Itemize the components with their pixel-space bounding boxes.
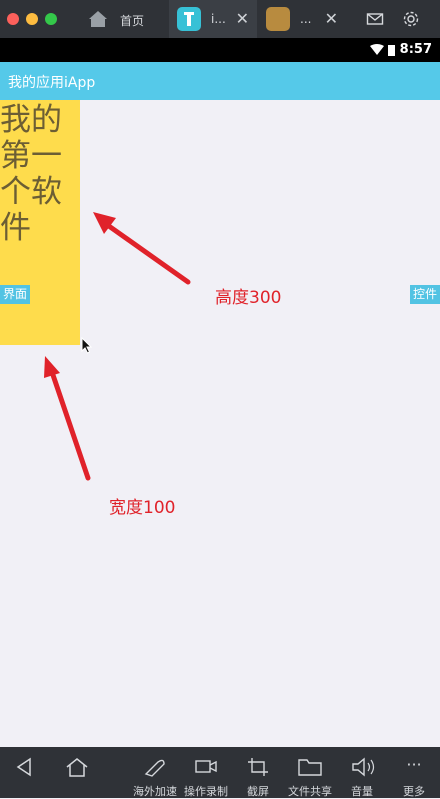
- bottom-label: 截屏: [247, 785, 269, 798]
- screenshot-button[interactable]: 截屏: [240, 747, 276, 798]
- mouse-cursor-icon: [81, 337, 93, 354]
- folder-icon: [298, 759, 322, 776]
- bottom-label: 文件共享: [288, 785, 332, 798]
- bottom-label: 音量: [351, 785, 373, 798]
- height-annotation: 高度300: [215, 288, 282, 308]
- height-arrow: [103, 221, 191, 285]
- back-icon: [16, 757, 31, 777]
- width-arrow-head: [44, 356, 60, 378]
- video-camera-icon: [195, 760, 217, 773]
- back-button[interactable]: [8, 747, 42, 798]
- home-icon: [66, 758, 88, 777]
- annotation-arrows: [44, 212, 191, 481]
- speaker-icon: [352, 757, 375, 777]
- emulator-bottom-bar: 海外加速 操作录制 截屏 文件共享 音量 ··· 更多: [0, 747, 440, 798]
- more-dots-icon: ···: [406, 755, 422, 774]
- more-button[interactable]: ··· 更多: [396, 747, 432, 799]
- home-button[interactable]: [60, 747, 94, 798]
- record-operation-button[interactable]: 操作录制: [180, 747, 232, 798]
- crop-icon: [248, 758, 268, 776]
- bottom-label: 操作录制: [184, 785, 228, 798]
- overseas-accelerate-button[interactable]: 海外加速: [128, 747, 182, 798]
- width-arrow: [50, 372, 91, 481]
- file-share-button[interactable]: 文件共享: [284, 747, 336, 798]
- volume-button[interactable]: 音量: [344, 747, 380, 798]
- rocket-icon: [144, 759, 165, 777]
- width-annotation: 宽度100: [109, 498, 176, 518]
- bottom-label: 海外加速: [133, 785, 177, 798]
- bottom-label: 更多: [403, 785, 425, 798]
